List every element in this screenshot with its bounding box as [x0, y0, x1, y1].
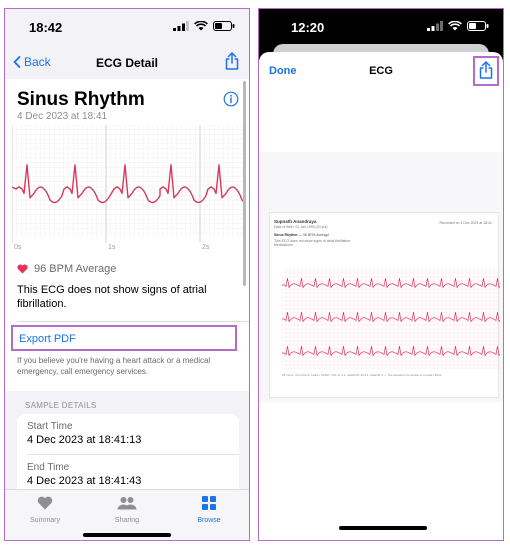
ecg-date: 4 Dec 2023 at 18:41 [17, 111, 108, 122]
home-indicator[interactable] [83, 533, 171, 537]
bpm-row: 96 BPM Average [17, 263, 116, 275]
left-phone-screen: 18:42 Back ECG Detail Sinus Rhythm 4 Dec… [4, 8, 250, 541]
status-bar: 18:42 [5, 9, 249, 45]
share-icon [225, 52, 239, 70]
heart-icon [17, 264, 28, 274]
axis-tick-0s: 0s [14, 244, 22, 251]
sample-details-header: SAMPLE DETAILS [25, 401, 97, 410]
divider [27, 454, 239, 455]
ecg-grid [12, 125, 246, 243]
divider [17, 321, 249, 322]
start-time-row: Start Time 4 Dec 2023 at 18:41:13 [27, 421, 239, 446]
pdf-rhythm-detail: — 96 BPM Average [298, 233, 330, 237]
share-icon[interactable] [479, 61, 493, 79]
tab-summary[interactable]: Summary [15, 496, 75, 524]
navigation-bar: Back ECG Detail [5, 45, 249, 79]
status-bar: 12:20 [259, 9, 503, 49]
axis-tick-1s: 1s [108, 244, 116, 251]
home-indicator[interactable] [339, 526, 427, 530]
status-time: 12:20 [291, 20, 325, 35]
tab-sharing[interactable]: Sharing [97, 496, 157, 524]
pdf-document-area: Supnath Anandraya Date of Birth: 01 Jan … [259, 152, 503, 402]
share-button[interactable] [225, 52, 239, 75]
end-time-row: End Time 4 Dec 2023 at 18:41:43 [27, 462, 239, 487]
bpm-average: 96 BPM Average [34, 263, 117, 275]
ecg-waveform-chart: 0s 1s 2s [12, 125, 246, 251]
sheet-title: ECG [369, 65, 393, 77]
grid-icon [202, 496, 216, 510]
status-icons [173, 21, 235, 31]
pdf-page: Supnath Anandraya Date of Birth: 01 Jan … [269, 212, 500, 398]
pdf-recorded: Recorded on 4 Dec 2023 at 18:41 [439, 221, 492, 225]
pdf-preview-sheet: Done ECG Supnath Anandraya Date of Birth… [259, 52, 503, 540]
status-time: 18:42 [29, 20, 63, 35]
status-icons [427, 21, 489, 31]
battery-icon [467, 21, 489, 31]
export-pdf-highlight: Export PDF [11, 325, 237, 351]
wifi-icon [194, 21, 208, 31]
export-pdf-button[interactable]: Export PDF [19, 333, 76, 345]
pdf-ecg-strip-1 [282, 277, 500, 289]
tab-browse-label: Browse [197, 517, 221, 524]
pdf-footer: 25 mm/s, 10 mm/mV, Lead I, 512Hz, iOS 17… [282, 373, 443, 377]
pdf-ecg-strip-2 [282, 311, 500, 323]
pdf-rhythm-label: Sinus Rhythm [274, 233, 298, 237]
pdf-dob-line: Date of Birth: 01 Jan 1990 (33 yrs) [274, 225, 328, 229]
pdf-patient-name: Supnath Anandraya [274, 219, 317, 224]
tab-browse[interactable]: Browse [179, 496, 239, 524]
start-time-label: Start Time [27, 421, 73, 432]
tab-bar: Summary Sharing Browse [5, 489, 249, 540]
nav-title: ECG Detail [95, 56, 158, 70]
share-highlight [473, 56, 499, 86]
wifi-icon [448, 21, 462, 31]
pdf-medications-label: Medications [274, 243, 293, 247]
end-time-label: End Time [27, 462, 70, 473]
info-icon[interactable] [223, 91, 239, 107]
pdf-meds-line: This ECG does not show signs of atrial f… [274, 239, 351, 247]
pdf-rhythm-line: Sinus Rhythm — 96 BPM Average [274, 233, 329, 237]
people-icon [117, 497, 137, 510]
pdf-ecg-strip-3 [282, 345, 500, 357]
ecg-title: Sinus Rhythm [17, 89, 145, 110]
battery-icon [213, 21, 235, 31]
start-time-value: 4 Dec 2023 at 18:41:13 [27, 434, 142, 446]
emergency-warning: If you believe you're having a heart att… [17, 356, 211, 376]
ecg-description: This ECG does not show signs of atrial f… [17, 284, 207, 310]
tab-summary-label: Summary [30, 517, 60, 524]
right-phone-screen: 12:20 Done ECG Supnath Anandraya Date of… [258, 8, 504, 541]
ecg-card: Sinus Rhythm 4 Dec 2023 at 18:41 0s 1s 2… [5, 79, 249, 391]
heart-icon [37, 496, 53, 510]
tab-sharing-label: Sharing [114, 517, 140, 524]
signal-icon [427, 21, 443, 31]
ecg-waveform-line [12, 164, 246, 204]
axis-tick-2s: 2s [202, 244, 210, 251]
end-time-value: 4 Dec 2023 at 18:41:43 [27, 475, 142, 487]
pdf-ecg-strips [282, 269, 500, 369]
scroll-indicator[interactable] [243, 81, 246, 286]
signal-icon [173, 21, 189, 31]
